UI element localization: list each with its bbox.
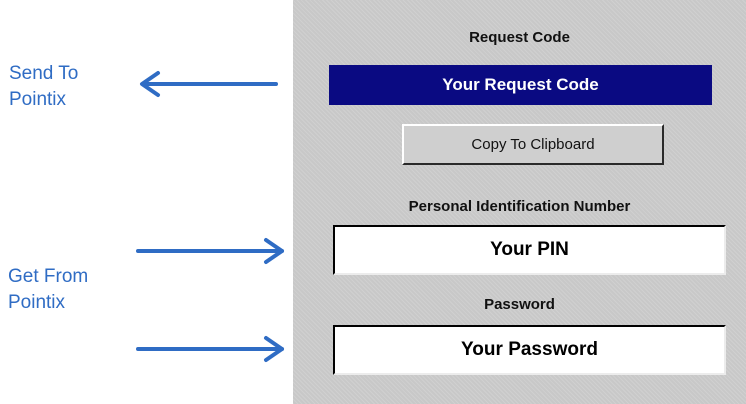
pin-arrow-icon <box>136 238 284 264</box>
password-arrow-icon <box>136 336 284 362</box>
password-input[interactable]: Your Password <box>333 325 726 375</box>
pin-input[interactable]: Your PIN <box>333 225 726 275</box>
request-code-display: Your Request Code <box>329 65 712 105</box>
send-arrow-icon <box>140 71 278 97</box>
copy-to-clipboard-button[interactable]: Copy To Clipboard <box>402 124 664 165</box>
password-heading: Password <box>484 296 555 313</box>
request-code-heading: Request Code <box>469 29 570 46</box>
pin-heading: Personal Identification Number <box>408 198 631 215</box>
registration-panel: Request Code Your Request Code Copy To C… <box>293 0 746 404</box>
